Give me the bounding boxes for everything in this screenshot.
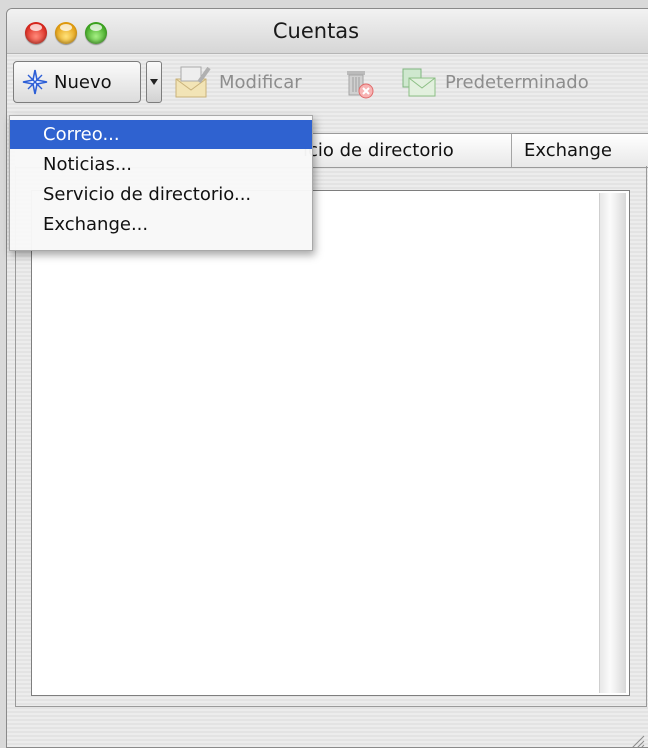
edit-account-button[interactable]: Modificar — [173, 61, 302, 103]
menu-item-directory-service[interactable]: Servicio de directorio... — [10, 180, 312, 209]
new-account-button[interactable]: Nuevo — [13, 61, 141, 103]
new-account-dropdown-button[interactable] — [146, 61, 162, 103]
new-account-label: Nuevo — [54, 71, 112, 93]
default-mail-icon — [402, 68, 436, 97]
accounts-list[interactable] — [31, 190, 630, 696]
toolbar: Nuevo Modificar Predeterminado — [7, 53, 648, 111]
set-default-label: Predeterminado — [445, 71, 589, 93]
tab-directory-service[interactable]: icio de directorio — [303, 134, 466, 167]
trash-icon — [347, 71, 374, 99]
window-title: Cuentas — [7, 19, 648, 43]
set-default-button[interactable]: Predeterminado — [399, 61, 589, 103]
new-account-menu: Correo... Noticias... Servicio de direct… — [9, 115, 313, 251]
window-title-text: Cuentas — [272, 19, 360, 43]
menu-item-mail[interactable]: Correo... — [10, 120, 312, 149]
sparkle-icon — [22, 69, 48, 95]
edit-mail-icon — [175, 66, 211, 98]
title-bar: Cuentas — [7, 9, 648, 54]
resize-grip-icon[interactable] — [629, 733, 645, 748]
vertical-scrollbar[interactable] — [599, 193, 626, 693]
delete-account-button[interactable] — [341, 61, 383, 103]
tab-exchange[interactable]: Exchange — [511, 134, 624, 167]
menu-item-exchange[interactable]: Exchange... — [10, 210, 312, 239]
menu-item-news[interactable]: Noticias... — [10, 150, 312, 179]
edit-account-label: Modificar — [219, 71, 302, 93]
